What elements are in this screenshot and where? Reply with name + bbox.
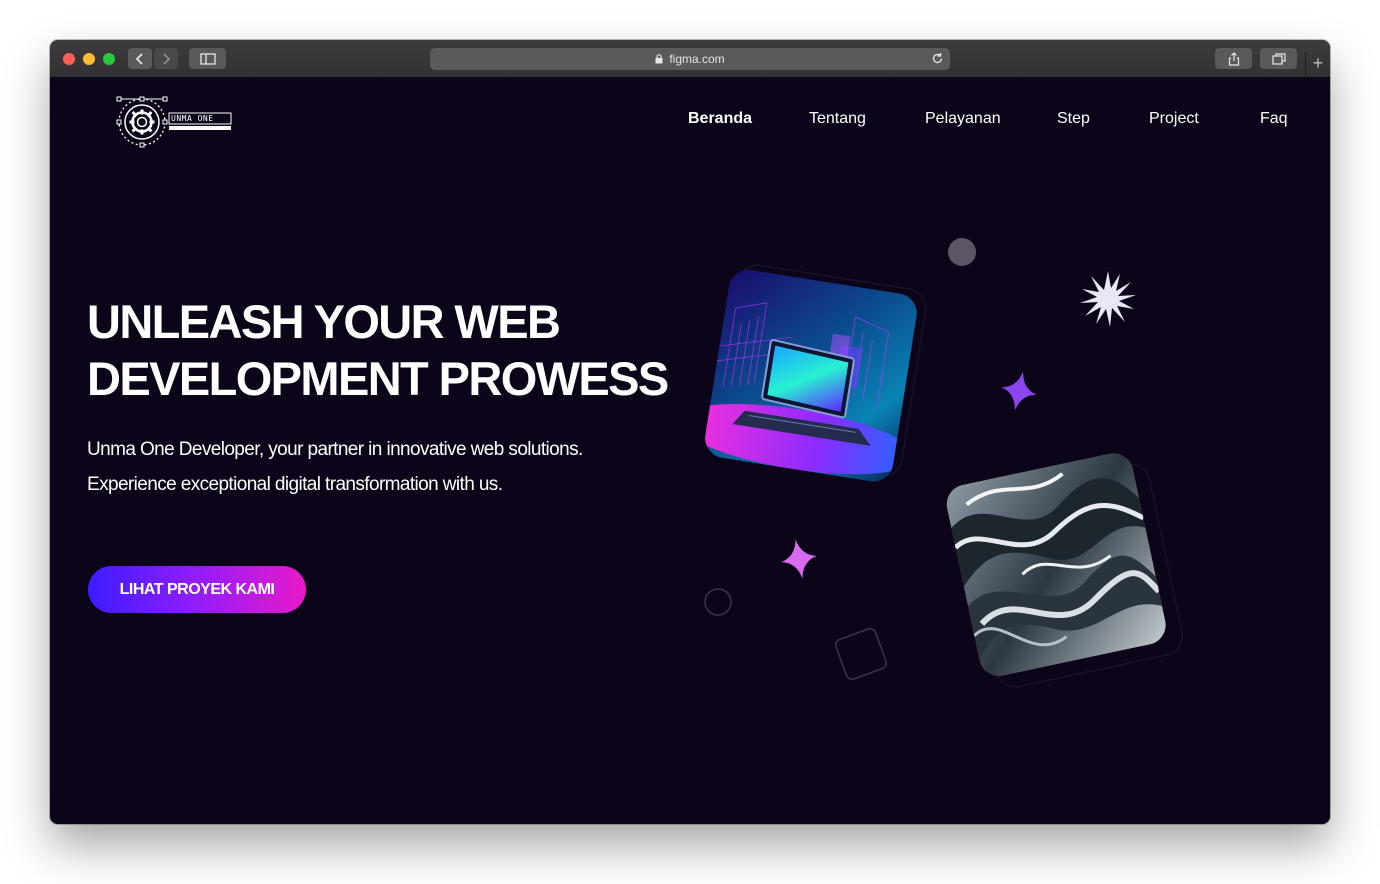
decor-ring <box>704 588 732 616</box>
address-bar[interactable]: figma.com <box>430 48 950 70</box>
landing-page: UNMA ONE Beranda Tentang Pelayanan Step … <box>50 77 1330 824</box>
new-tab-button[interactable]: + <box>1305 52 1330 77</box>
close-window-button[interactable] <box>63 53 75 65</box>
starburst-icon <box>1080 271 1136 327</box>
sidebar-icon <box>199 52 216 65</box>
forward-button[interactable] <box>154 48 178 69</box>
hero-illustration <box>702 238 1184 688</box>
sparkle-icon <box>1001 371 1037 411</box>
share-icon <box>1228 51 1239 66</box>
maximize-window-button[interactable] <box>103 53 115 65</box>
lock-icon <box>655 54 663 64</box>
tabs-overview-button[interactable] <box>1260 48 1297 69</box>
decor-square <box>835 628 887 680</box>
marble-image-card <box>943 449 1184 688</box>
sparkle-icon <box>781 539 817 579</box>
address-text: figma.com <box>669 52 725 66</box>
decor-dot <box>948 238 976 266</box>
tabs-icon <box>1271 52 1286 65</box>
minimize-window-button[interactable] <box>83 53 95 65</box>
sidebar-toggle-button[interactable] <box>189 48 226 69</box>
browser-titlebar: figma.com + <box>50 40 1330 78</box>
back-arrow-icon <box>135 52 143 65</box>
browser-window: figma.com + UNMA ONE Beranda Tentang Pel… <box>50 40 1330 824</box>
back-button[interactable] <box>128 48 152 69</box>
share-button[interactable] <box>1215 48 1252 69</box>
forward-arrow-icon <box>163 52 171 65</box>
reload-icon[interactable] <box>931 52 944 65</box>
tech-image-card <box>702 264 927 485</box>
